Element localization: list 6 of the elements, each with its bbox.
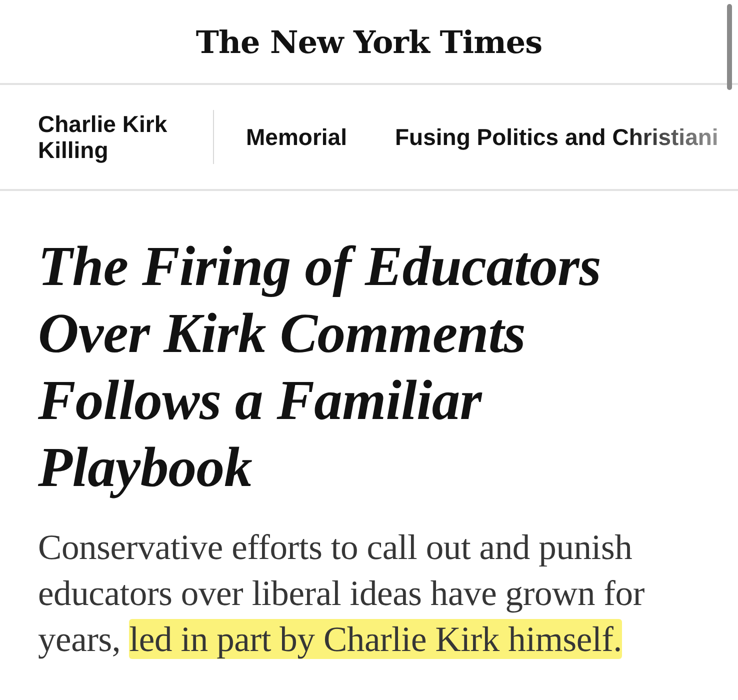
- nav-link[interactable]: Memorial: [246, 124, 347, 150]
- section-label[interactable]: Charlie Kirk Killing: [38, 111, 198, 163]
- article-headline: The Firing of Educators Over Kirk Comments Follows a Familiar Playbook: [38, 235, 602, 501]
- masthead-logo[interactable]: The New York Times: [196, 24, 542, 60]
- nav-link[interactable]: Fusing Politics and Christiani: [394, 124, 718, 150]
- article-summary: Conservative efforts to call out and punish educators over liberal ideas have grown for years, led in part by Charlie Kirk himself.: [38, 526, 646, 661]
